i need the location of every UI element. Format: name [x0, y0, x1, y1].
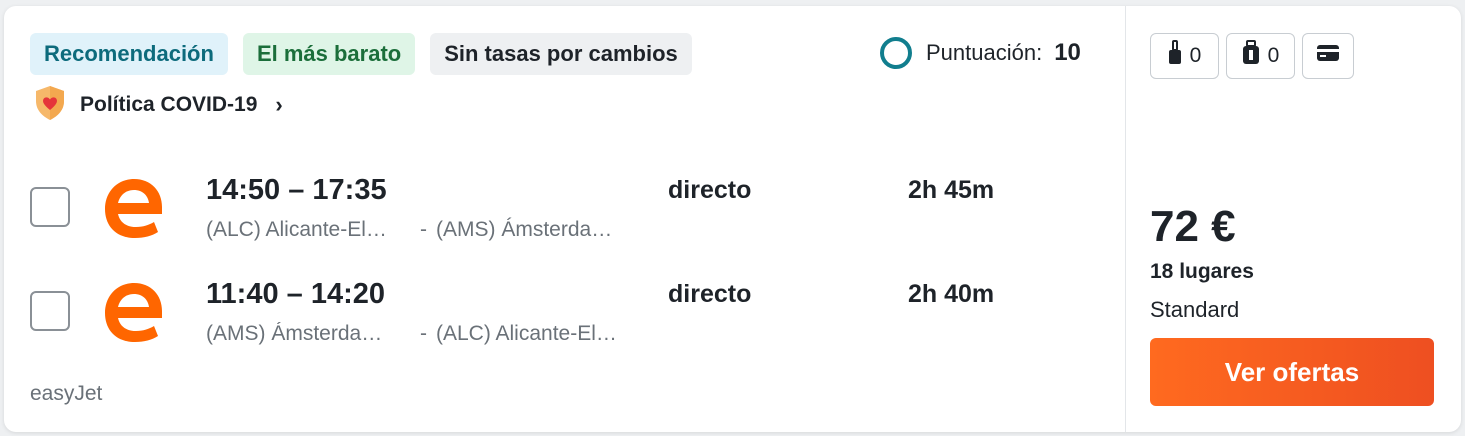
destination-airport: (ALC) Alicante-El… — [436, 322, 617, 345]
origin-airport: (ALC) Alicante-El… — [206, 218, 387, 241]
airline-name: easyJet — [30, 382, 103, 405]
price: 72 € — [1150, 202, 1236, 251]
stops-label: directo — [668, 176, 752, 204]
checked-bag-badge[interactable]: 0 — [1226, 33, 1295, 79]
tag-row: Recomendación El más barato Sin tasas po… — [30, 33, 692, 75]
fare-class: Standard — [1150, 297, 1240, 322]
cabin-bag-badge[interactable]: 0 — [1150, 33, 1219, 79]
flight-route: (AMS) Ámsterda… - (ALC) Alicante-El… — [206, 322, 617, 346]
segment-checkbox[interactable] — [30, 291, 70, 331]
flight-route: (ALC) Alicante-El… - (AMS) Ámsterda… — [206, 218, 612, 242]
flight-times: 14:50 – 17:35 — [206, 174, 387, 206]
checked-bag-icon — [1242, 40, 1260, 72]
stops-label: directo — [668, 280, 752, 308]
score: Puntuación: 10 — [880, 37, 1081, 69]
flight-duration: 2h 45m — [908, 176, 995, 204]
recommendation-badge: Recomendación — [30, 33, 228, 75]
chevron-right-icon: › — [275, 92, 283, 117]
origin-airport: (AMS) Ámsterda… — [206, 322, 383, 345]
flight-segment: 11:40 – 14:20 (AMS) Ámsterda… - (ALC) Al… — [4, 274, 1125, 364]
score-value: 10 — [1054, 39, 1081, 66]
cabin-bag-icon — [1168, 40, 1182, 72]
flight-times: 11:40 – 14:20 — [206, 278, 385, 310]
offer-section: 0 0 72 € 18 lugares Standard Ver ofertas — [1126, 6, 1461, 432]
view-offers-button[interactable]: Ver ofertas — [1150, 338, 1434, 406]
shield-heart-icon — [32, 84, 68, 127]
payment-card-badge[interactable] — [1302, 33, 1354, 79]
card-icon — [1316, 44, 1340, 68]
route-separator: - — [420, 218, 427, 241]
checked-bag-count: 0 — [1267, 44, 1280, 67]
covid-policy-label: Política COVID-19 — [80, 93, 258, 116]
segment-checkbox[interactable] — [30, 187, 70, 227]
easyjet-logo-icon — [100, 278, 168, 346]
flight-segment: 14:50 – 17:35 (ALC) Alicante-El… - (AMS)… — [4, 170, 1125, 260]
cheapest-badge: El más barato — [242, 33, 416, 75]
flight-duration: 2h 40m — [908, 280, 995, 308]
covid-policy-link[interactable]: Política COVID-19 › — [32, 85, 283, 122]
baggage-info: 0 0 — [1150, 33, 1354, 79]
no-change-fees-badge: Sin tasas por cambios — [430, 33, 692, 75]
flight-result-card[interactable]: Recomendación El más barato Sin tasas po… — [4, 6, 1461, 432]
cabin-bag-count: 0 — [1189, 44, 1202, 67]
itinerary-section: Recomendación El más barato Sin tasas po… — [4, 6, 1125, 432]
easyjet-logo-icon — [100, 174, 168, 242]
score-ring-icon — [880, 37, 912, 69]
route-separator: - — [420, 322, 427, 345]
score-label: Puntuación: — [926, 40, 1043, 65]
destination-airport: (AMS) Ámsterda… — [436, 218, 613, 241]
seats-available: 18 lugares — [1150, 260, 1254, 283]
